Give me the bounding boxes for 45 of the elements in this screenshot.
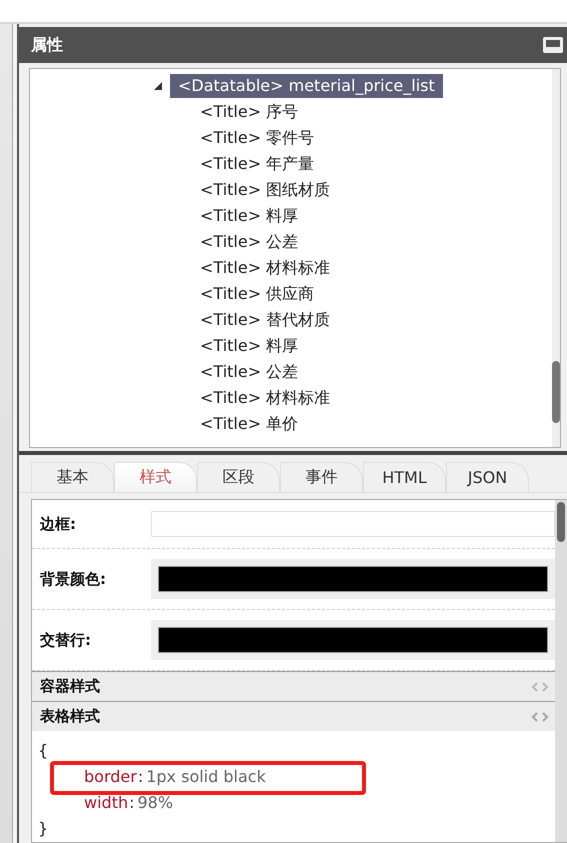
- css-property: border: [84, 766, 137, 786]
- input-field[interactable]: [151, 511, 555, 537]
- tree-node[interactable]: <Title> 材料标准: [192, 386, 338, 410]
- tree-node[interactable]: <Title> 图纸材质: [192, 178, 338, 202]
- scrollbar[interactable]: [552, 69, 560, 447]
- tree-node[interactable]: <Title> 供应商: [192, 282, 322, 306]
- tab[interactable]: 基本: [31, 462, 114, 492]
- field-label: 交替行:: [40, 630, 92, 650]
- tree-node[interactable]: <Title> 公差: [192, 230, 306, 254]
- section-title: 容器样式: [40, 677, 100, 696]
- colon: :: [129, 792, 134, 812]
- css-property: width: [84, 792, 128, 812]
- color-picker[interactable]: [151, 559, 555, 599]
- code-toggle-icon[interactable]: [531, 712, 549, 722]
- tab[interactable]: HTML: [363, 462, 446, 492]
- tree-node[interactable]: <Title> 料厚: [192, 334, 306, 358]
- maximize-icon[interactable]: [543, 37, 563, 53]
- section-title: 表格样式: [40, 707, 100, 726]
- tree-node[interactable]: <Title> 年产量: [192, 152, 322, 176]
- tree-node[interactable]: <Title> 零件号: [192, 126, 322, 150]
- css-value: 1px solid black: [146, 766, 266, 786]
- panel-title: 属性: [31, 34, 63, 56]
- tree-node[interactable]: <Datatable> meterial_price_list: [170, 74, 443, 98]
- tree-node[interactable]: <Title> 材料标准: [192, 256, 338, 280]
- scrollbar[interactable]: [555, 500, 567, 842]
- tree-node[interactable]: <Title> 序号: [192, 100, 306, 124]
- tab[interactable]: 区段: [197, 462, 280, 492]
- tree-node[interactable]: <Title> 公差: [192, 360, 306, 384]
- tab[interactable]: 事件: [280, 462, 363, 492]
- tree-node[interactable]: <Title> 替代材质: [192, 308, 338, 332]
- tree-node[interactable]: <Title> 料厚: [192, 204, 306, 228]
- tree-node[interactable]: <Title> 单价: [192, 412, 306, 436]
- code-brace: }: [38, 818, 48, 838]
- code-brace: {: [38, 740, 48, 760]
- tab[interactable]: JSON: [446, 462, 529, 492]
- section-header[interactable]: 容器样式: [32, 671, 555, 701]
- css-value: 98%: [138, 792, 174, 812]
- expanded-triangle-icon[interactable]: [154, 82, 162, 90]
- colon: :: [138, 766, 144, 786]
- field-label: 背景颜色:: [40, 570, 107, 588]
- code-toggle-icon[interactable]: [531, 682, 549, 692]
- tab[interactable]: 样式: [114, 462, 197, 492]
- field-label: 边框:: [40, 514, 77, 534]
- section-header[interactable]: 表格样式: [32, 701, 555, 731]
- color-picker[interactable]: [151, 620, 555, 660]
